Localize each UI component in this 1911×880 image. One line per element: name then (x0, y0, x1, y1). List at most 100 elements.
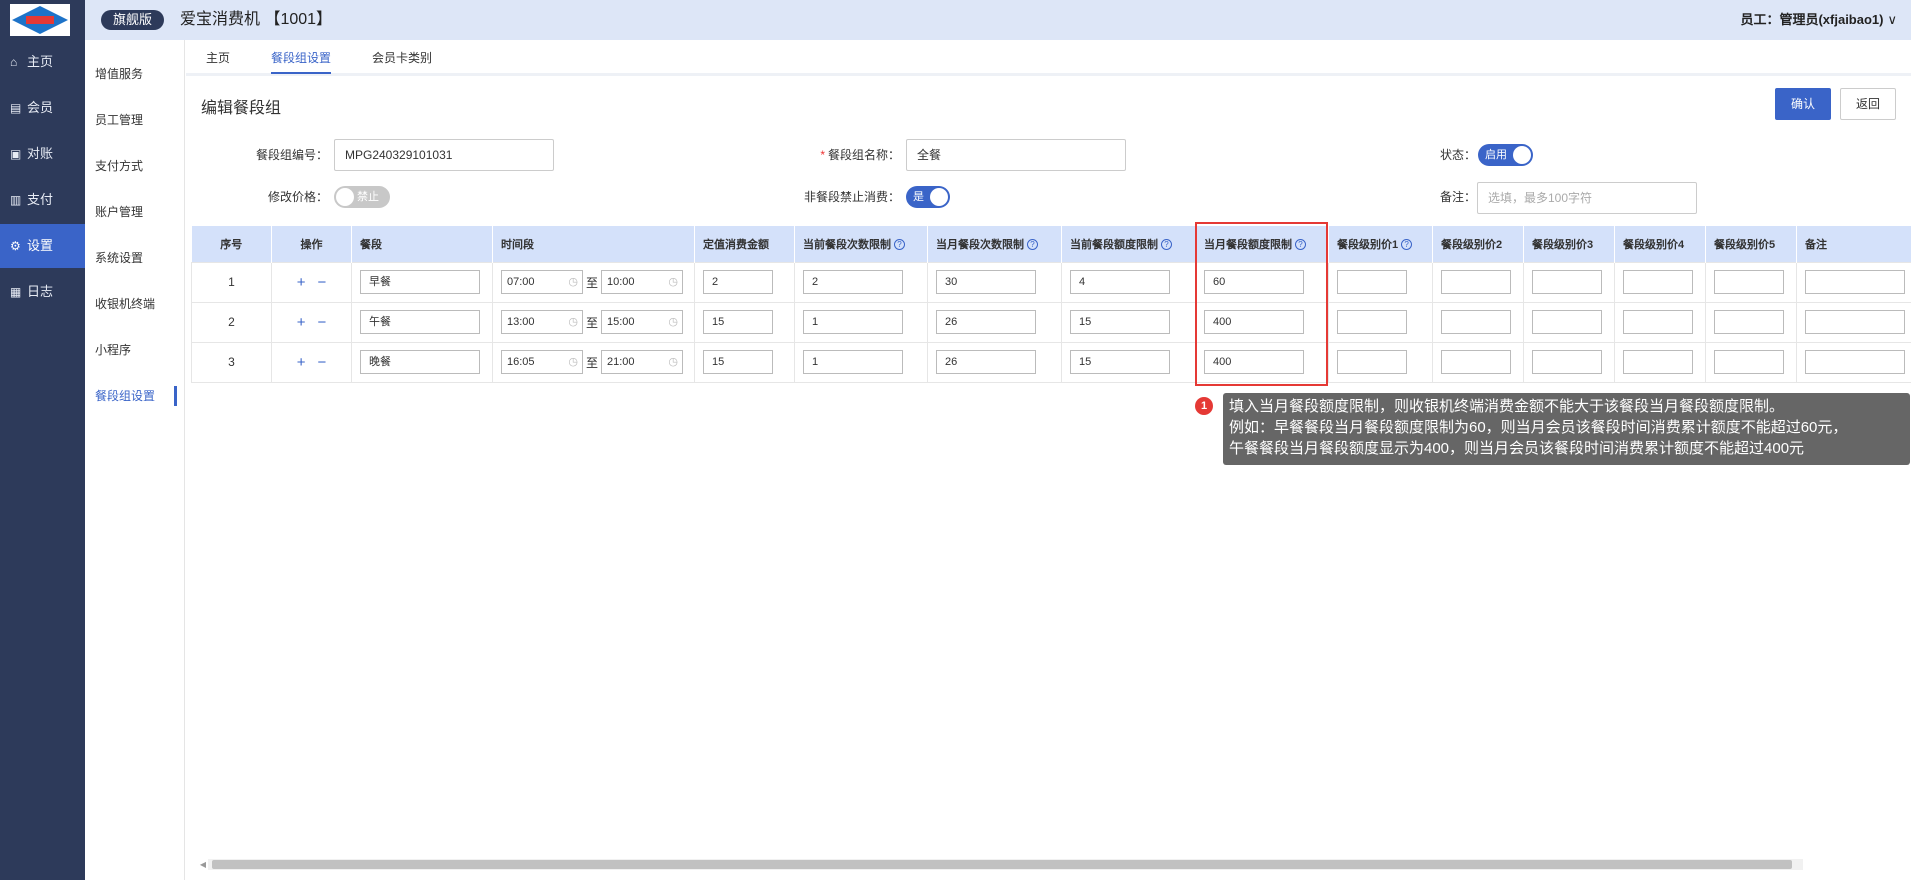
cur-amount-input[interactable]: 4 (1070, 270, 1170, 294)
sidebar-item-payment[interactable]: ▥ 支付 (0, 178, 85, 222)
level-price-2-input[interactable] (1441, 310, 1511, 334)
column-header-text: 餐段级别价1 (1337, 238, 1399, 251)
column-header: 餐段级别价1? (1328, 226, 1433, 262)
level-price-1-input[interactable] (1337, 270, 1407, 294)
sidebar-item-label: 会员 (27, 100, 54, 115)
level-price-4-input[interactable] (1623, 270, 1693, 294)
month-count-input[interactable]: 30 (936, 270, 1036, 294)
sidebar-item-settings[interactable]: ⚙ 设置 (0, 224, 85, 268)
user-menu[interactable]: 员工：管理员(xfjaibao1) ∨ (1740, 11, 1897, 29)
sidebar-item-reconcile[interactable]: ▣ 对账 (0, 132, 85, 176)
brand-logo-icon (10, 4, 70, 36)
month-count-input[interactable]: 26 (936, 310, 1036, 334)
level-price-1-input[interactable] (1337, 310, 1407, 334)
level-price-5-input[interactable] (1714, 270, 1784, 294)
start-time-input[interactable]: 07:00 ◷ (501, 270, 583, 294)
month-count-input[interactable]: 26 (936, 350, 1036, 374)
user-name: 员工：管理员(xfjaibao1) (1740, 12, 1884, 27)
horizontal-scrollbar[interactable] (208, 859, 1803, 870)
remark-field[interactable]: 选填，最多100字符 (1477, 182, 1697, 214)
column-header: 时间段 (492, 226, 695, 262)
subnav-item-meal-group[interactable]: 餐段组设置 (85, 384, 185, 408)
level-price-2-input[interactable] (1441, 270, 1511, 294)
chevron-down-icon: ∨ (1887, 12, 1897, 27)
scrollbar-thumb[interactable] (212, 860, 1792, 869)
cur-count-input[interactable]: 1 (803, 310, 903, 334)
level-price-cell (1523, 301, 1615, 343)
sidebar-item-home[interactable]: ⌂ 主页 (0, 40, 85, 84)
row-remark-input[interactable] (1805, 310, 1905, 334)
start-time-input[interactable]: 16:05 ◷ (501, 350, 583, 374)
group-name-label: * 餐段组名称： (760, 147, 900, 163)
subnav-item[interactable]: 账户管理 (85, 200, 185, 224)
clock-icon: ◷ (668, 356, 678, 368)
sidebar-item-member[interactable]: ▤ 会员 (0, 86, 85, 130)
level-price-3-input[interactable] (1532, 270, 1602, 294)
level-price-3-input[interactable] (1532, 350, 1602, 374)
cur-count-input[interactable]: 1 (803, 350, 903, 374)
subnav-item[interactable]: 支付方式 (85, 154, 185, 178)
toggle-knob (930, 188, 948, 206)
subnav-item[interactable]: 系统设置 (85, 246, 185, 270)
subnav-item[interactable]: 员工管理 (85, 108, 185, 132)
start-time-input[interactable]: 13:00 ◷ (501, 310, 583, 334)
level-price-1-input[interactable] (1337, 350, 1407, 374)
meal-name-input[interactable]: 午餐 (360, 310, 480, 334)
remove-row-icon[interactable]: − (318, 314, 327, 331)
sidebar-item-log[interactable]: ▦ 日志 (0, 270, 85, 314)
forbid-toggle-text: 是 (913, 191, 924, 203)
end-time-input[interactable]: 10:00 ◷ (601, 270, 683, 294)
forbid-toggle[interactable]: 是 (906, 186, 950, 208)
table-row: 3 + − 晚餐 16:05 ◷ 至 21:00 ◷ 15 1 26 15 400 (191, 341, 1911, 383)
row-remark-input[interactable] (1805, 350, 1905, 374)
level-price-cell (1614, 261, 1706, 303)
column-header: 餐段级别价3 (1523, 226, 1615, 262)
level-price-2-input[interactable] (1441, 350, 1511, 374)
subnav-item[interactable]: 收银机终端 (85, 292, 185, 316)
add-row-icon[interactable]: + (297, 354, 306, 371)
add-row-icon[interactable]: + (297, 314, 306, 331)
time-range-cell: 13:00 ◷ 至 15:00 ◷ (492, 301, 695, 343)
cur-amount-input[interactable]: 15 (1070, 310, 1170, 334)
cur-amount-input[interactable]: 15 (1070, 350, 1170, 374)
fixed-amount-input[interactable]: 15 (703, 350, 773, 374)
logo[interactable] (0, 0, 85, 40)
tab-member-card-type[interactable]: 会员卡类别 (372, 50, 432, 66)
back-button[interactable]: 返回 (1840, 88, 1896, 120)
help-icon[interactable]: ? (1161, 238, 1172, 250)
subnav-item[interactable]: 小程序 (85, 338, 185, 362)
level-price-3-input[interactable] (1532, 310, 1602, 334)
subnav-item[interactable]: 增值服务 (85, 62, 185, 86)
page-title: 编辑餐段组 (201, 100, 282, 117)
meal-name-input[interactable]: 晚餐 (360, 350, 480, 374)
cur-count-input[interactable]: 2 (803, 270, 903, 294)
group-no-field[interactable]: MPG240329101031 (334, 139, 554, 171)
help-icon[interactable]: ? (894, 238, 905, 250)
end-time-input[interactable]: 15:00 ◷ (601, 310, 683, 334)
add-row-icon[interactable]: + (297, 274, 306, 291)
meal-name-input[interactable]: 早餐 (360, 270, 480, 294)
level-price-4-input[interactable] (1623, 310, 1693, 334)
help-icon[interactable]: ? (1027, 238, 1038, 250)
confirm-button[interactable]: 确认 (1775, 88, 1831, 120)
fixed-amount-input[interactable]: 15 (703, 310, 773, 334)
row-remark-input[interactable] (1805, 270, 1905, 294)
group-no-label: 餐段组编号： (255, 148, 328, 162)
level-price-5-input[interactable] (1714, 310, 1784, 334)
modify-price-toggle[interactable]: 禁止 (334, 186, 390, 208)
group-name-field[interactable]: 全餐 (906, 139, 1126, 171)
tab-meal-group-settings[interactable]: 餐段组设置 (271, 50, 332, 74)
help-icon[interactable]: ? (1401, 238, 1413, 250)
tab-home[interactable]: 主页 (206, 50, 230, 66)
remove-row-icon[interactable]: − (318, 274, 327, 291)
clock-icon: ◷ (568, 316, 578, 328)
level-price-5-input[interactable] (1714, 350, 1784, 374)
end-time-input[interactable]: 21:00 ◷ (601, 350, 683, 374)
status-toggle[interactable]: 启用 (1478, 144, 1533, 166)
scroll-left-arrow-icon[interactable]: ◀ (198, 859, 208, 870)
modify-price-toggle-text: 禁止 (357, 191, 379, 203)
level-price-4-input[interactable] (1623, 350, 1693, 374)
remove-row-icon[interactable]: − (318, 354, 327, 371)
fixed-amount-input[interactable]: 2 (703, 270, 773, 294)
cur-amount-cell: 15 (1061, 301, 1196, 343)
